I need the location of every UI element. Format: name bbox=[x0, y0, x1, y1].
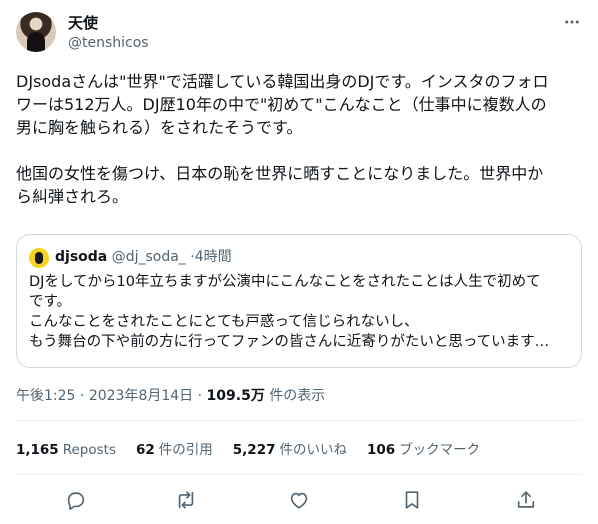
quotes-count: 62 bbox=[135, 442, 155, 458]
likes-stat[interactable]: 5,227 件のいいね bbox=[233, 440, 347, 460]
post-time[interactable]: 午後1:25 bbox=[16, 388, 75, 404]
quote-handle: @dj_soda_ bbox=[111, 249, 186, 265]
more-horizontal-icon[interactable] bbox=[562, 12, 582, 32]
quote-name: djsoda bbox=[55, 249, 108, 265]
quote-header: djsoda @dj_soda_ ·4時間 bbox=[55, 247, 232, 267]
meta-separator: · bbox=[197, 388, 203, 404]
like-icon[interactable] bbox=[285, 486, 313, 514]
tweet-stats: 1,165 Reposts 62 件の引用 5,227 件のいいね 106 ブックマーク bbox=[16, 440, 480, 460]
quote-avatar bbox=[29, 248, 49, 268]
reposts-label: Reposts bbox=[62, 442, 116, 458]
bookmarks-stat[interactable]: 106 ブックマーク bbox=[367, 440, 480, 460]
tweet-meta: 午後1:25 · 2023年8月14日 · 109.5万 件の表示 bbox=[16, 386, 325, 406]
meta-separator: · bbox=[79, 388, 85, 404]
avatar[interactable] bbox=[16, 12, 56, 52]
divider bbox=[16, 420, 582, 421]
quoted-tweet[interactable]: djsoda @dj_soda_ ·4時間 DJをしてから10年立ちますが公演中… bbox=[16, 234, 582, 368]
post-date[interactable]: 2023年8月14日 bbox=[89, 388, 193, 404]
views-count: 109.5万 bbox=[206, 388, 265, 404]
action-bar bbox=[16, 486, 582, 514]
likes-label: 件のいいね bbox=[279, 442, 347, 458]
quote-time: 4時間 bbox=[194, 249, 232, 265]
divider bbox=[16, 474, 582, 475]
bookmarks-label: ブックマーク bbox=[399, 442, 481, 458]
display-name[interactable]: 天使 bbox=[68, 13, 98, 33]
bookmarks-count: 106 bbox=[366, 442, 396, 458]
repost-icon[interactable] bbox=[172, 486, 200, 514]
reposts-stat[interactable]: 1,165 Reposts bbox=[16, 440, 116, 460]
reply-icon[interactable] bbox=[62, 486, 90, 514]
likes-count: 5,227 bbox=[232, 442, 276, 458]
quotes-label: 件の引用 bbox=[158, 442, 213, 458]
share-icon[interactable] bbox=[512, 486, 540, 514]
bookmark-icon[interactable] bbox=[398, 486, 426, 514]
tweet-text: DJsodaさんは"世界"で活躍している韓国出身のDJです。インスタのフォロ ワ… bbox=[16, 72, 549, 206]
quotes-stat[interactable]: 62 件の引用 bbox=[136, 440, 213, 460]
reposts-count: 1,165 bbox=[16, 442, 59, 458]
tweet-header: 天使 @tenshicos bbox=[16, 12, 582, 54]
quote-text: DJをしてから10年立ちますが公演中にこんなことをされたことは人生で初めて です… bbox=[29, 274, 550, 350]
views-label: 件の表示 bbox=[269, 388, 326, 404]
user-handle[interactable]: @tenshicos bbox=[68, 33, 149, 53]
